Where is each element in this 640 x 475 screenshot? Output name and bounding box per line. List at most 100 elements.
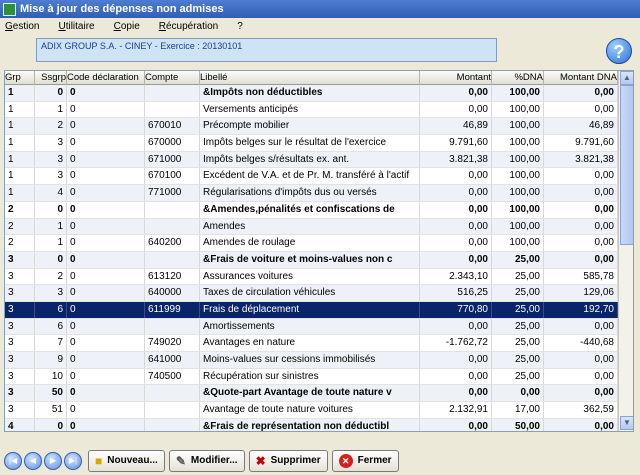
scroll-down-icon[interactable]: ▼ [620, 416, 633, 430]
cell-dna: 50,00 [492, 418, 544, 431]
table-row[interactable]: 3 10 0 740500 Récupération sur sinistres 0,00… [5, 368, 618, 386]
cell-compte: 613120 [145, 268, 200, 285]
cell-montant-dna: 9.791,60 [544, 135, 618, 151]
cell-montant: 0,00 [420, 318, 492, 335]
table-row[interactable]: 3 9 0 641000 Moins-values sur cessions immob… [5, 352, 618, 369]
cell-compte: 670010 [145, 118, 200, 135]
last-record-icon[interactable]: ▶| [64, 451, 82, 470]
col-header-dna[interactable]: %DNA [492, 71, 544, 85]
col-header-grp[interactable]: Grp [5, 71, 35, 85]
grid-header: Grp Ssgrp Code déclaration Compte Libell… [5, 71, 618, 85]
col-header-montant[interactable]: Montant [420, 71, 492, 85]
cell-code: 0 [67, 268, 145, 285]
table-row[interactable]: 2 1 0 Amendes 0,00 100,00 0,00 [5, 218, 618, 236]
col-header-ssgrp[interactable]: Ssgrp [35, 71, 67, 85]
scroll-thumb[interactable] [620, 85, 633, 245]
cell-grp: 1 [5, 151, 35, 168]
col-header-code[interactable]: Code déclaration [67, 71, 145, 85]
col-header-montant-dna[interactable]: Montant DNA [544, 71, 618, 85]
table-row[interactable]: 1 4 0 771000 Régularisations d'impôts dus ou… [5, 185, 618, 202]
cell-dna: 100,00 [492, 85, 544, 101]
table-row[interactable]: 3 51 0 Avantage de toute nature voitures 2.1… [5, 402, 618, 419]
menu-gestion[interactable]: Gestion [3, 21, 41, 32]
bottom-toolbar: |◀ ◀ ▶ ▶| ■ Nouveau... ✎ Modifier... ✖ S… [0, 446, 640, 475]
edit-button[interactable]: ✎ Modifier... [168, 449, 245, 472]
cell-ssgrp: 7 [35, 335, 67, 351]
cell-montant-dna: 0,00 [544, 385, 618, 402]
close-icon: ✕ [338, 453, 353, 468]
first-record-icon[interactable]: |◀ [4, 451, 22, 470]
cell-ssgrp: 3 [35, 168, 67, 185]
table-row[interactable]: 1 3 0 671000 Impôts belges s/résultats ex. a… [5, 151, 618, 169]
col-header-compte[interactable]: Compte [145, 71, 200, 85]
table-row[interactable]: 3 7 0 749020 Avantages en nature -1.762,72 25,… [5, 335, 618, 352]
table-row[interactable]: 3 2 0 613120 Assurances voitures 2.343,10 25,0… [5, 268, 618, 286]
cell-grp: 1 [5, 85, 35, 101]
cell-compte [145, 85, 200, 101]
cell-compte: 740500 [145, 368, 200, 385]
help-icon[interactable]: ? [606, 38, 632, 64]
cell-montant-dna: 0,00 [544, 418, 618, 431]
cell-montant-dna: 585,78 [544, 268, 618, 285]
cell-montant: 0,00 [420, 85, 492, 101]
table-row[interactable]: 3 6 0 Amortissements 0,00 25,00 0,00 [5, 318, 618, 336]
new-button-label: Nouveau... [107, 455, 158, 466]
previous-record-icon[interactable]: ◀ [24, 451, 42, 470]
cell-grp: 1 [5, 118, 35, 135]
cell-grp: 3 [5, 301, 35, 318]
cell-code: 0 [67, 101, 145, 118]
cell-montant: 770,80 [420, 301, 492, 318]
cell-ssgrp: 2 [35, 118, 67, 135]
menu-utilitaire[interactable]: Utilitaire [56, 21, 96, 32]
cell-libelle: Impôts belges sur le résultat de l'exerc… [200, 135, 420, 151]
cell-montant-dna: 0,00 [544, 251, 618, 268]
cell-grp: 3 [5, 335, 35, 351]
cell-compte [145, 418, 200, 431]
cell-compte [145, 218, 200, 235]
cell-montant-dna: 0,00 [544, 201, 618, 218]
cell-code: 0 [67, 418, 145, 431]
new-button[interactable]: ■ Nouveau... [88, 449, 165, 472]
table-row[interactable]: 3 50 0 &Quote-part Avantage de toute nature… [5, 385, 618, 403]
cell-libelle: Régularisations d'impôts dus ou versés [200, 185, 420, 201]
close-button[interactable]: ✕ Fermer [331, 449, 399, 472]
cell-libelle: Amendes de roulage [200, 235, 420, 251]
col-header-libelle[interactable]: Libellé [200, 71, 420, 85]
cell-montant-dna: -440,68 [544, 335, 618, 351]
table-row[interactable]: 1 3 0 670100 Excédent de V.A. et de Pr. M. t… [5, 168, 618, 186]
cell-montant: 0,00 [420, 101, 492, 118]
cell-code: 0 [67, 301, 145, 318]
cell-ssgrp: 0 [35, 85, 67, 101]
cell-grp: 2 [5, 235, 35, 251]
cell-montant-dna: 0,00 [544, 368, 618, 385]
table-row[interactable]: 3 0 0 &Frais de voiture et moins-values non… [5, 251, 618, 269]
cell-montant: 0,00 [420, 368, 492, 385]
table-row[interactable]: 3 3 0 640000 Taxes de circulation véhicules 5… [5, 285, 618, 302]
cell-dna: 100,00 [492, 135, 544, 151]
table-row[interactable]: 2 0 0 &Amendes,pénalités et confiscations d… [5, 201, 618, 219]
cell-dna: 100,00 [492, 101, 544, 118]
cell-libelle: Amortissements [200, 318, 420, 335]
next-record-icon[interactable]: ▶ [44, 451, 62, 470]
cell-dna: 25,00 [492, 285, 544, 301]
cell-montant-dna: 0,00 [544, 218, 618, 235]
scroll-up-icon[interactable]: ▲ [620, 71, 633, 85]
menu-help[interactable]: ? [235, 21, 245, 32]
table-row[interactable]: 2 1 0 640200 Amendes de roulage 0,00 100,00 0,0… [5, 235, 618, 252]
delete-button[interactable]: ✖ Supprimer [248, 449, 328, 472]
cell-dna: 25,00 [492, 318, 544, 335]
menu-recuperation[interactable]: Récupération [157, 21, 221, 32]
table-row[interactable]: 4 0 0 &Frais de représentation non déductib… [5, 418, 618, 431]
table-row[interactable]: 1 2 0 670010 Précompte mobilier 46,89 100,00 46… [5, 118, 618, 136]
table-row[interactable]: 3 6 0 611999 Frais de déplacement 770,80 25,00… [5, 301, 618, 319]
table-row[interactable]: 1 1 0 Versements anticipés 0,00 100,00 0,00 [5, 101, 618, 119]
cell-compte: 670000 [145, 135, 200, 151]
cell-montant-dna: 0,00 [544, 235, 618, 251]
vertical-scrollbar[interactable]: ▲ ▼ [618, 71, 633, 431]
table-row[interactable]: 1 0 0 &Impôts non déductibles 0,00 100,00 0,00 [5, 85, 618, 102]
menu-copie[interactable]: Copie [112, 21, 142, 32]
window-title: Mise à jour des dépenses non admises [20, 3, 224, 15]
cell-code: 0 [67, 318, 145, 335]
table-row[interactable]: 1 3 0 670000 Impôts belges sur le résultat d… [5, 135, 618, 152]
cell-ssgrp: 0 [35, 418, 67, 431]
